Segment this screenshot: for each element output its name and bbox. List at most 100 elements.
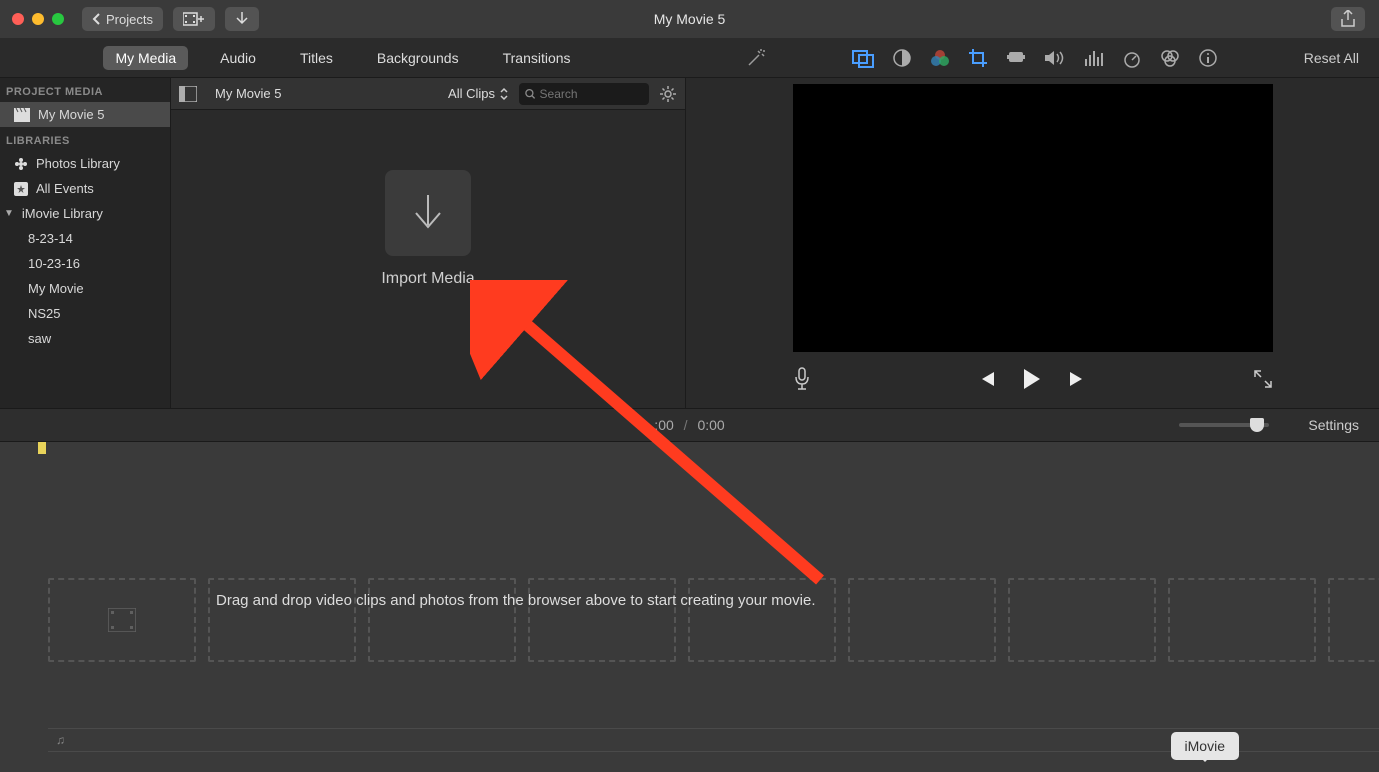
skip-forward-icon[interactable] xyxy=(1068,370,1086,388)
gear-icon[interactable] xyxy=(659,85,677,103)
view-toolbar-button[interactable] xyxy=(173,7,215,31)
timeline-placeholder[interactable] xyxy=(48,578,196,662)
projects-label: Projects xyxy=(106,12,153,27)
minimize-window-button[interactable] xyxy=(32,13,44,25)
tab-my-media[interactable]: My Media xyxy=(103,46,188,70)
crop-icon[interactable] xyxy=(968,48,988,68)
sidebar-toggle-icon[interactable] xyxy=(179,86,197,102)
sidebar-event-item[interactable]: NS25 xyxy=(0,301,170,326)
tab-backgrounds[interactable]: Backgrounds xyxy=(365,46,471,70)
adjust-toolbar: Reset All xyxy=(686,38,1379,78)
browser-header: My Movie 5 All Clips xyxy=(171,78,685,110)
clips-filter-dropdown[interactable]: All Clips xyxy=(448,86,509,101)
titlebar: Projects My Movie 5 xyxy=(0,0,1379,38)
timeline-placeholder[interactable] xyxy=(1008,578,1156,662)
sidebar-imovie-library[interactable]: ▼ iMovie Library xyxy=(0,201,170,226)
libraries-header: LIBRARIES xyxy=(0,127,170,151)
sidebar-photos-library[interactable]: Photos Library xyxy=(0,151,170,176)
projects-button[interactable]: Projects xyxy=(82,7,163,31)
tab-audio[interactable]: Audio xyxy=(208,46,268,70)
volume-icon[interactable] xyxy=(1044,49,1066,67)
fullscreen-window-button[interactable] xyxy=(52,13,64,25)
sidebar-event-item[interactable]: My Movie xyxy=(0,276,170,301)
disclosure-triangle-icon[interactable]: ▼ xyxy=(4,208,14,219)
time-separator: / xyxy=(684,417,688,433)
tab-transitions[interactable]: Transitions xyxy=(491,46,583,70)
project-name-label: My Movie 5 xyxy=(38,107,104,122)
overlay-icon[interactable] xyxy=(852,48,874,68)
playback-controls xyxy=(978,368,1086,390)
magic-wand-icon[interactable] xyxy=(746,48,766,68)
sidebar-all-events[interactable]: All Events xyxy=(0,176,170,201)
tab-titles[interactable]: Titles xyxy=(288,46,345,70)
media-tabs: My Media Audio Titles Backgrounds Transi… xyxy=(0,38,686,78)
stabilize-icon[interactable] xyxy=(1006,50,1026,66)
main-area: PROJECT MEDIA My Movie 5 LIBRARIES Photo… xyxy=(0,78,1379,408)
zoom-slider-thumb[interactable] xyxy=(1250,418,1264,432)
sidebar-event-item[interactable]: saw xyxy=(0,326,170,351)
download-arrow-large-icon xyxy=(410,191,446,235)
equalizer-icon[interactable] xyxy=(1084,49,1104,67)
flower-icon xyxy=(14,157,28,171)
zoom-slider[interactable] xyxy=(1179,423,1269,427)
skip-back-icon[interactable] xyxy=(978,370,996,388)
breadcrumb: My Movie 5 xyxy=(215,86,281,101)
total-time: 0:00 xyxy=(697,417,724,433)
reset-all-button[interactable]: Reset All xyxy=(1304,50,1359,66)
share-button[interactable] xyxy=(1331,7,1365,31)
time-display: :00 / 0:00 xyxy=(654,417,724,433)
updown-chevron-icon xyxy=(499,87,509,101)
import-toolbar-button[interactable] xyxy=(225,7,259,31)
browser-body: Import Media xyxy=(171,110,685,408)
timeline-placeholder-row xyxy=(0,458,1379,662)
import-media-button[interactable] xyxy=(385,170,471,256)
timeline-placeholder[interactable] xyxy=(688,578,836,662)
timeline[interactable]: Drag and drop video clips and photos fro… xyxy=(0,442,1379,772)
project-media-header: PROJECT MEDIA xyxy=(0,78,170,102)
fullscreen-icon[interactable] xyxy=(1253,369,1273,389)
close-window-button[interactable] xyxy=(12,13,24,25)
filter-icon[interactable] xyxy=(1160,49,1180,67)
chevron-left-icon xyxy=(92,13,102,25)
music-note-icon: ♫ xyxy=(56,733,65,747)
speed-icon[interactable] xyxy=(1122,48,1142,68)
color-correction-icon[interactable] xyxy=(930,48,950,68)
sidebar-project-item[interactable]: My Movie 5 xyxy=(0,102,170,127)
preview-controls xyxy=(793,358,1273,400)
media-browser: My Movie 5 All Clips Import Media xyxy=(170,78,686,408)
film-icon xyxy=(108,608,136,632)
all-events-label: All Events xyxy=(36,181,94,196)
sidebar-event-item[interactable]: 10-23-16 xyxy=(0,251,170,276)
preview-canvas xyxy=(793,84,1273,352)
timeline-header: :00 / 0:00 Settings xyxy=(0,408,1379,442)
microphone-icon[interactable] xyxy=(793,367,811,391)
import-media-label: Import Media xyxy=(381,270,474,288)
window-title: My Movie 5 xyxy=(654,11,726,27)
play-icon[interactable] xyxy=(1022,368,1042,390)
timeline-placeholder[interactable] xyxy=(1328,578,1379,662)
timeline-placeholder[interactable] xyxy=(208,578,356,662)
sidebar-event-item[interactable]: 8-23-14 xyxy=(0,226,170,251)
clapperboard-icon xyxy=(14,108,30,122)
sidebar: PROJECT MEDIA My Movie 5 LIBRARIES Photo… xyxy=(0,78,170,408)
timeline-placeholder[interactable] xyxy=(848,578,996,662)
dock-tooltip: iMovie xyxy=(1171,732,1239,760)
timeline-placeholder[interactable] xyxy=(1168,578,1316,662)
filmstrip-icon xyxy=(183,12,205,26)
share-icon xyxy=(1340,10,1356,28)
search-icon xyxy=(525,88,536,100)
timeline-placeholder[interactable] xyxy=(368,578,516,662)
search-box[interactable] xyxy=(519,83,649,105)
photos-library-label: Photos Library xyxy=(36,156,120,171)
timeline-placeholder[interactable] xyxy=(528,578,676,662)
info-icon[interactable] xyxy=(1198,48,1218,68)
toolbar-buttons: Projects xyxy=(82,7,259,31)
filter-label: All Clips xyxy=(448,86,495,101)
color-balance-icon[interactable] xyxy=(892,48,912,68)
star-icon xyxy=(14,182,28,196)
imovie-library-label: iMovie Library xyxy=(22,206,103,221)
playhead-marker[interactable] xyxy=(38,442,46,454)
search-input[interactable] xyxy=(540,87,643,101)
timeline-settings-button[interactable]: Settings xyxy=(1308,417,1359,433)
timeline-hint: Drag and drop video clips and photos fro… xyxy=(216,592,815,609)
